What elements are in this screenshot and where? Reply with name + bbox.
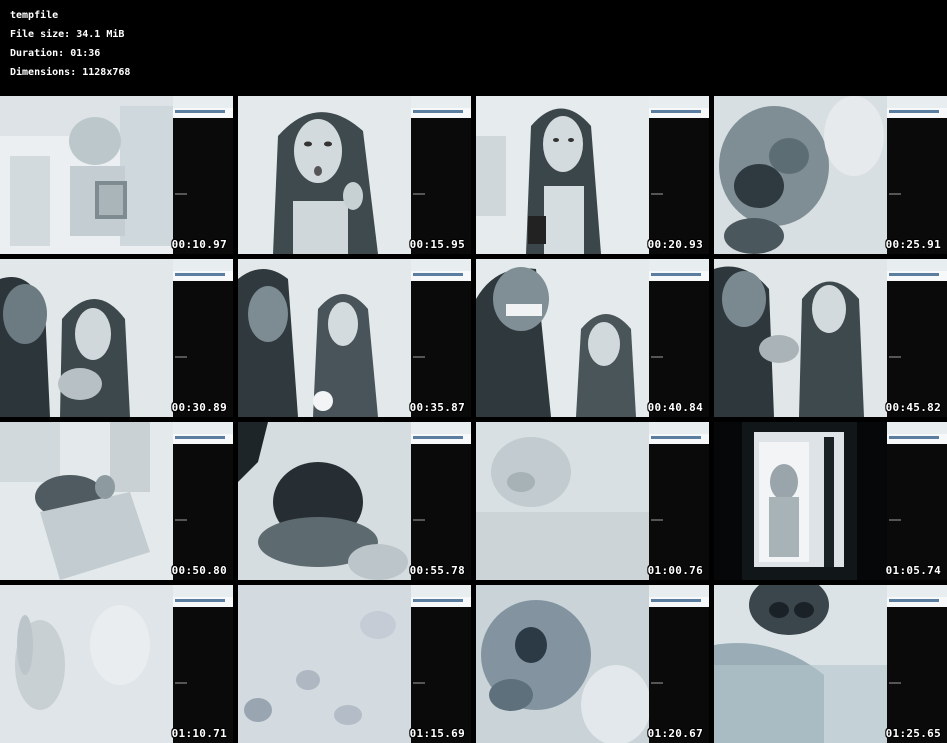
frame-image bbox=[238, 422, 411, 580]
timestamp-label: 00:10.97 bbox=[171, 238, 227, 251]
frame-image bbox=[0, 259, 173, 417]
timestamp-label: 00:30.89 bbox=[171, 401, 227, 414]
timestamp-label: 00:25.91 bbox=[885, 238, 941, 251]
sidebar-panel bbox=[649, 422, 709, 580]
thumbnail-5[interactable]: 00:30.89 bbox=[0, 259, 233, 417]
timestamp-label: 01:20.67 bbox=[647, 727, 703, 740]
sidebar-panel bbox=[411, 585, 471, 743]
sidebar-panel bbox=[887, 585, 947, 743]
sidebar-panel bbox=[649, 585, 709, 743]
thumbnail-7[interactable]: 00:40.84 bbox=[476, 259, 709, 417]
sidebar-panel bbox=[649, 96, 709, 254]
sidebar-panel bbox=[411, 96, 471, 254]
sidebar-panel bbox=[887, 259, 947, 417]
frame-image bbox=[476, 96, 649, 254]
sidebar-panel bbox=[649, 259, 709, 417]
frame-image bbox=[714, 259, 887, 417]
file-size-label: File size: 34.1 MiB bbox=[10, 29, 125, 40]
sidebar-panel bbox=[173, 585, 233, 743]
timestamp-label: 00:50.80 bbox=[171, 564, 227, 577]
frame-image bbox=[0, 422, 173, 580]
frame-image bbox=[238, 259, 411, 417]
timestamp-label: 00:45.82 bbox=[885, 401, 941, 414]
frame-image bbox=[238, 96, 411, 254]
thumbnail-15[interactable]: 01:20.67 bbox=[476, 585, 709, 743]
info-header: tempfile File size: 34.1 MiB Duration: 0… bbox=[0, 0, 947, 96]
timestamp-label: 00:20.93 bbox=[647, 238, 703, 251]
thumbnail-14[interactable]: 01:15.69 bbox=[238, 585, 471, 743]
thumbnail-6[interactable]: 00:35.87 bbox=[238, 259, 471, 417]
sidebar-panel bbox=[173, 422, 233, 580]
thumbnail-3[interactable]: 00:20.93 bbox=[476, 96, 709, 254]
thumbnail-16[interactable]: 01:25.65 bbox=[714, 585, 947, 743]
duration-label: Duration: 01:36 bbox=[10, 48, 101, 59]
thumbnail-9[interactable]: 00:50.80 bbox=[0, 422, 233, 580]
frame-image bbox=[714, 422, 887, 580]
timestamp-label: 00:15.95 bbox=[409, 238, 465, 251]
timestamp-label: 00:55.78 bbox=[409, 564, 465, 577]
timestamp-label: 01:10.71 bbox=[171, 727, 227, 740]
thumbnail-grid: 00:10.97 00:15.95 00:20.93 00:25.91 00:3… bbox=[0, 96, 947, 743]
timestamp-label: 00:35.87 bbox=[409, 401, 465, 414]
frame-image bbox=[476, 585, 649, 743]
timestamp-label: 00:40.84 bbox=[647, 401, 703, 414]
thumbnail-4[interactable]: 00:25.91 bbox=[714, 96, 947, 254]
sidebar-panel bbox=[887, 96, 947, 254]
frame-image bbox=[714, 96, 887, 254]
thumbnail-2[interactable]: 00:15.95 bbox=[238, 96, 471, 254]
thumbnail-1[interactable]: 00:10.97 bbox=[0, 96, 233, 254]
timestamp-label: 01:15.69 bbox=[409, 727, 465, 740]
sidebar-panel bbox=[173, 259, 233, 417]
timestamp-label: 01:00.76 bbox=[647, 564, 703, 577]
frame-image bbox=[0, 96, 173, 254]
thumbnail-12[interactable]: 01:05.74 bbox=[714, 422, 947, 580]
frame-image bbox=[714, 585, 887, 743]
thumbnail-13[interactable]: 01:10.71 bbox=[0, 585, 233, 743]
sidebar-panel bbox=[173, 96, 233, 254]
dimensions-label: Dimensions: 1128x768 bbox=[10, 67, 131, 78]
thumbnail-10[interactable]: 00:55.78 bbox=[238, 422, 471, 580]
timestamp-label: 01:05.74 bbox=[885, 564, 941, 577]
frame-image bbox=[476, 259, 649, 417]
filename-label: tempfile bbox=[10, 10, 59, 21]
frame-image bbox=[0, 585, 173, 743]
frame-image bbox=[476, 422, 649, 580]
thumbnail-8[interactable]: 00:45.82 bbox=[714, 259, 947, 417]
timestamp-label: 01:25.65 bbox=[885, 727, 941, 740]
thumbnail-11[interactable]: 01:00.76 bbox=[476, 422, 709, 580]
sidebar-panel bbox=[887, 422, 947, 580]
sidebar-panel bbox=[411, 422, 471, 580]
sidebar-panel bbox=[411, 259, 471, 417]
frame-image bbox=[238, 585, 411, 743]
